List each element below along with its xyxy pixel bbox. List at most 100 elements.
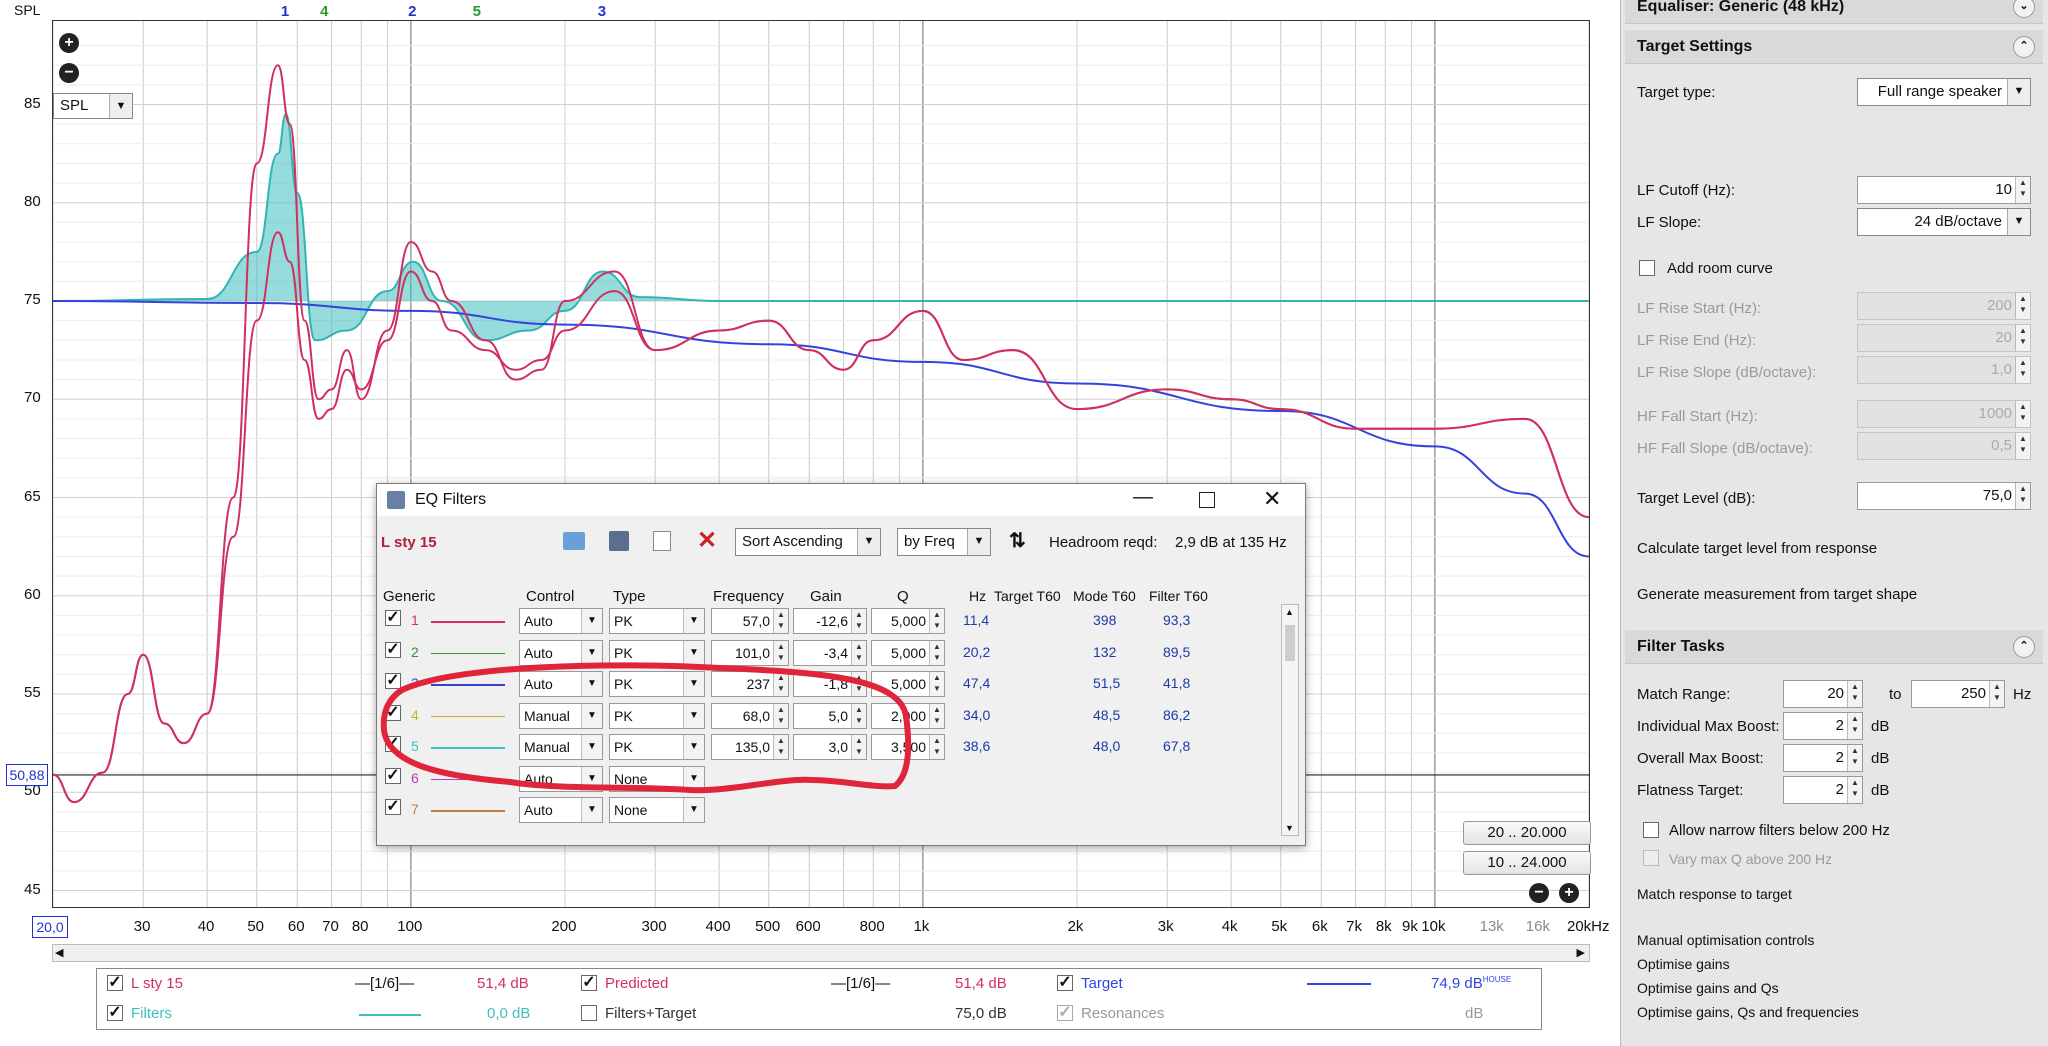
horizontal-scrollbar[interactable]: ◀ ▶ <box>52 944 1590 962</box>
filter-type-select[interactable]: PK ▼ <box>609 734 705 760</box>
minimize-icon[interactable]: — <box>1133 486 1153 509</box>
target-type-select[interactable]: Full range speaker ▼ <box>1857 78 2031 106</box>
calculate-target-level-button[interactable]: Calculate target level from response <box>1637 540 1877 557</box>
filter-marker-2[interactable]: 2 <box>408 3 416 20</box>
equaliser-header[interactable]: Equaliser: Generic (48 kHz) ⌄ <box>1625 0 2043 24</box>
filter-gain-input[interactable]: -12,6 ▲ ▼ <box>793 608 867 634</box>
by-select[interactable]: by Freq ▼ <box>897 528 991 556</box>
scroll-up-icon[interactable]: ▲ <box>1285 607 1294 617</box>
filter-tasks-header[interactable]: Filter Tasks ⌃ <box>1625 630 2043 664</box>
filter-enable-checkbox[interactable]: ✓ <box>385 736 401 752</box>
scroll-right-icon[interactable]: ▶ <box>1577 946 1585 959</box>
filter-control-select[interactable]: Manual ▼ <box>519 734 603 760</box>
filter-gain-input[interactable]: 3,0 ▲ ▼ <box>793 734 867 760</box>
individual-max-boost-input[interactable]: 2 ▲ ▼ <box>1783 712 1863 740</box>
overall-max-boost-input[interactable]: 2 ▲ ▼ <box>1783 744 1863 772</box>
filter-frequency-input[interactable]: 237 ▲ ▼ <box>711 671 789 697</box>
legend-checkbox-target[interactable]: ✓ <box>1057 975 1073 991</box>
filter-q-input[interactable]: 5,000 ▲ ▼ <box>871 608 945 634</box>
copy-icon[interactable] <box>653 531 671 551</box>
filter-enable-checkbox[interactable]: ✓ <box>385 799 401 815</box>
range-20-20000-button[interactable]: 20 .. 20.000 <box>1463 821 1591 845</box>
filter-enable-checkbox[interactable]: ✓ <box>385 610 401 626</box>
filter-control-select[interactable]: Auto ▼ <box>519 608 603 634</box>
close-icon[interactable]: ✕ <box>1263 486 1281 512</box>
x-zoom-in-icon[interactable]: + <box>1559 883 1579 903</box>
hf-fall-slope-input[interactable]: 0,5 ▲ ▼ <box>1857 432 2031 460</box>
filter-gain-input[interactable]: 5,0 ▲ ▼ <box>793 702 867 729</box>
filter-frequency-input[interactable]: 101,0 ▲ ▼ <box>711 639 789 666</box>
match-range-from-input[interactable]: 20 ▲ ▼ <box>1783 680 1863 708</box>
flatness-target-input[interactable]: 2 ▲ ▼ <box>1783 776 1863 804</box>
target-settings-header[interactable]: Target Settings ⌃ <box>1625 30 2043 64</box>
filter-q-input[interactable]: 2,000 ▲ ▼ <box>871 702 945 729</box>
maximize-icon[interactable] <box>1199 492 1215 508</box>
filter-frequency-input[interactable]: 135,0 ▲ ▼ <box>711 734 789 760</box>
filter-frequency-input[interactable]: 57,0 ▲ ▼ <box>711 608 789 634</box>
collapse-icon[interactable]: ⌃ <box>2013 636 2035 658</box>
filter-marker-5[interactable]: 5 <box>473 3 481 20</box>
open-folder-icon[interactable] <box>563 532 585 550</box>
filter-gain-input[interactable]: -3,4 ▲ ▼ <box>793 639 867 666</box>
filter-type-select[interactable]: PK ▼ <box>609 639 705 666</box>
filter-type-select[interactable]: PK ▼ <box>609 702 705 729</box>
manual-optimisation-button[interactable]: Manual optimisation controls <box>1637 932 1814 948</box>
filter-enable-checkbox[interactable]: ✓ <box>385 704 401 721</box>
filter-type-select[interactable]: PK ▼ <box>609 671 705 697</box>
range-10-24000-button[interactable]: 10 .. 24.000 <box>1463 851 1591 875</box>
legend-checkbox-filters[interactable]: ✓ <box>107 1005 123 1021</box>
lf-rise-slope-input[interactable]: 1,0 ▲ ▼ <box>1857 356 2031 384</box>
generate-measurement-button[interactable]: Generate measurement from target shape <box>1637 586 1917 603</box>
filter-control-select[interactable]: Manual ▼ <box>519 702 603 729</box>
filter-q-input[interactable]: 3,500 ▲ ▼ <box>871 734 945 760</box>
optimise-gains-button[interactable]: Optimise gains <box>1637 956 1730 972</box>
delete-icon[interactable]: ✕ <box>697 526 717 555</box>
hf-fall-start-input[interactable]: 1000 ▲ ▼ <box>1857 400 2031 428</box>
optimise-gains-qs-button[interactable]: Optimise gains and Qs <box>1637 980 1779 996</box>
optimise-gains-qs-freqs-button[interactable]: Optimise gains, Qs and frequencies <box>1637 1004 1859 1020</box>
filter-enable-checkbox[interactable]: ✓ <box>385 673 401 689</box>
sort-select[interactable]: Sort Ascending ▼ <box>735 528 881 556</box>
x-zoom-out-icon[interactable]: − <box>1529 883 1549 903</box>
lf-rise-start-input[interactable]: 200 ▲ ▼ <box>1857 292 2031 320</box>
save-icon[interactable] <box>609 531 629 551</box>
match-range-to-input[interactable]: 250 ▲ ▼ <box>1911 680 2005 708</box>
filter-type-select[interactable]: PK ▼ <box>609 608 705 634</box>
legend-checkbox-resonances[interactable]: ✓ <box>1057 1005 1073 1021</box>
spl-select[interactable]: SPL ▼ <box>53 93 133 119</box>
legend-checkbox-l-sty-15[interactable]: ✓ <box>107 975 123 991</box>
legend-checkbox-predicted[interactable]: ✓ <box>581 975 597 991</box>
filter-marker-1[interactable]: 1 <box>281 3 289 20</box>
lf-cutoff-input[interactable]: 10 ▲ ▼ <box>1857 176 2031 204</box>
zoom-in-icon[interactable]: + <box>59 33 79 53</box>
collapse-icon[interactable]: ⌃ <box>2013 36 2035 58</box>
scroll-left-icon[interactable]: ◀ <box>55 946 63 959</box>
filter-q-input[interactable]: 5,000 ▲ ▼ <box>871 671 945 697</box>
swap-order-icon[interactable]: ⇅ <box>1009 528 1026 553</box>
filter-control-select[interactable]: Auto ▼ <box>519 639 603 666</box>
filter-q-input[interactable]: 5,000 ▲ ▼ <box>871 639 945 666</box>
filter-frequency-input[interactable]: 68,0 ▲ ▼ <box>711 702 789 729</box>
add-room-curve-checkbox[interactable] <box>1639 260 1655 276</box>
filter-enable-checkbox[interactable]: ✓ <box>385 767 401 784</box>
filter-control-select[interactable]: Auto ▼ <box>519 671 603 697</box>
x-start-value[interactable]: 20,0 <box>32 916 68 938</box>
allow-narrow-filters-checkbox[interactable] <box>1643 822 1659 838</box>
filter-type-select[interactable]: None ▼ <box>609 797 705 823</box>
eq-title-bar[interactable]: EQ Filters — ✕ <box>377 484 1305 516</box>
filter-control-select[interactable]: Auto ▼ <box>519 797 603 823</box>
legend-smoothing-l-sty-15[interactable]: —[1/6]— <box>355 975 414 992</box>
filter-control-select[interactable]: Auto ▼ <box>519 765 603 792</box>
filter-marker-3[interactable]: 3 <box>598 3 606 20</box>
filter-type-select[interactable]: None ▼ <box>609 765 705 792</box>
filter-gain-input[interactable]: -1,8 ▲ ▼ <box>793 671 867 697</box>
match-response-button[interactable]: Match response to target <box>1637 886 1792 902</box>
legend-smoothing-predicted[interactable]: —[1/6]— <box>831 975 890 992</box>
target-level-input[interactable]: 75,0 ▲ ▼ <box>1857 482 2031 510</box>
expand-icon[interactable]: ⌄ <box>2013 0 2035 18</box>
filter-enable-checkbox[interactable]: ✓ <box>385 641 401 658</box>
vary-max-q-checkbox[interactable] <box>1643 850 1659 866</box>
lf-rise-end-input[interactable]: 20 ▲ ▼ <box>1857 324 2031 352</box>
zoom-out-icon[interactable]: − <box>59 63 79 83</box>
scroll-thumb[interactable] <box>1285 625 1295 661</box>
